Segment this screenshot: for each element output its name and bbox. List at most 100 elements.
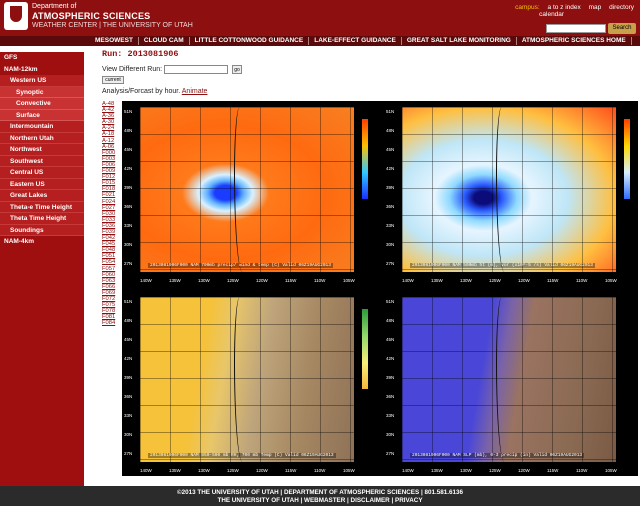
map-panel[interactable]: 2013081906F000 NAM 850-500 mb RH, 700 mb… — [122, 291, 376, 476]
map-panels: 2013081906F000 NAM 700mb precip/ wind & … — [122, 101, 638, 476]
lat-label: 45N — [386, 337, 395, 342]
lon-label: 120W — [256, 278, 268, 283]
sidebar-item[interactable]: Theta Time Height — [0, 213, 84, 225]
lon-label: 135W — [169, 468, 181, 473]
lon-label: 110W — [314, 468, 326, 473]
lat-label: 51N — [386, 109, 395, 114]
lon-label: 120W — [256, 468, 268, 473]
run-title: Run: 2013081906 — [102, 49, 179, 59]
sidebar-item[interactable]: Great Lakes — [0, 190, 84, 202]
sidebar-item[interactable]: Convective — [0, 98, 84, 110]
map-panel[interactable]: 2013081906F000 NAM 500mb ht (m), vor (x1… — [384, 101, 638, 286]
lat-label: 42N — [124, 356, 133, 361]
search-button[interactable]: Search — [608, 23, 636, 34]
lat-label: 33N — [124, 223, 133, 228]
map-panel[interactable]: 2013081906F000 NAM 700mb precip/ wind & … — [122, 101, 376, 286]
lon-label: 140W — [402, 468, 414, 473]
lat-label: 36N — [386, 394, 395, 399]
sidebar-item[interactable]: Surface — [0, 109, 84, 121]
go-button[interactable]: go — [232, 65, 242, 74]
lat-label: 27N — [124, 451, 133, 456]
analysis-label: Analysis/Forcast by hour. Animate — [102, 88, 207, 95]
nav-mesowest[interactable]: MESOWEST — [90, 37, 139, 45]
sidebar-item[interactable]: Western US — [0, 75, 84, 87]
sidebar-item[interactable]: Southwest — [0, 155, 84, 167]
link-a-to-z[interactable]: a to z index — [548, 4, 581, 11]
nav-great-salt-lake[interactable]: GREAT SALT LAKE MONITORING — [402, 37, 517, 45]
lat-label: 30N — [124, 432, 133, 437]
animate-link[interactable]: Animate — [182, 88, 208, 95]
lon-label: 125W — [227, 468, 239, 473]
sidebar-item[interactable]: Eastern US — [0, 178, 84, 190]
sidebar-item[interactable]: Intermountain — [0, 121, 84, 133]
lat-label: 51N — [386, 299, 395, 304]
university-logo[interactable] — [4, 2, 28, 30]
nav-little-cottonwood[interactable]: LITTLE COTTONWOOD GUIDANCE — [190, 37, 310, 45]
sidebar-item[interactable]: Northwest — [0, 144, 84, 156]
site-header: Department of ATMOSPHERIC SCIENCES WEATH… — [0, 0, 640, 36]
link-map[interactable]: map — [589, 4, 602, 11]
lon-label: 135W — [431, 278, 443, 283]
lat-label: 48N — [386, 128, 395, 133]
sidebar-item[interactable]: Central US — [0, 167, 84, 179]
sidebar-item[interactable]: Synoptic — [0, 86, 84, 98]
search-input[interactable] — [546, 24, 606, 33]
lon-label: 110W — [576, 278, 588, 283]
sidebar-item[interactable]: Northern Utah — [0, 132, 84, 144]
lat-label: 39N — [124, 185, 133, 190]
hour-list: A-48 A-42 A-36 A-30 A-24 A-18 A-12 A-06 F000 F003… — [102, 101, 120, 326]
dept-subtitle: WEATHER CENTER | THE UNIVERSITY OF UTAH — [32, 22, 193, 29]
lon-label: 140W — [140, 278, 152, 283]
lon-label: 125W — [227, 278, 239, 283]
lat-label: 30N — [124, 242, 133, 247]
map-panel[interactable]: 2013081906F000 NAM SLP (mb), 0-3 precip … — [384, 291, 638, 476]
footer-copyright: ©2013 THE UNIVERSITY OF UTAH | DEPARTMEN… — [177, 489, 463, 496]
lat-label: 39N — [386, 185, 395, 190]
map-image — [140, 107, 354, 272]
lat-label: 45N — [124, 337, 133, 342]
lat-label: 36N — [124, 204, 133, 209]
lat-label: 36N — [124, 394, 133, 399]
sidebar-item[interactable]: GFS — [0, 52, 84, 64]
lat-label: 42N — [124, 166, 133, 171]
nav-cloud-cam[interactable]: CLOUD CAM — [139, 37, 190, 45]
hour-link[interactable]: F084 — [102, 320, 120, 326]
sidebar-item[interactable]: Theta-e Time Height — [0, 201, 84, 213]
link-calendar[interactable]: calendar — [539, 11, 564, 18]
link-directory[interactable]: directory — [609, 4, 634, 11]
lat-label: 30N — [386, 432, 395, 437]
run-input[interactable] — [164, 65, 228, 74]
lon-label: 115W — [285, 468, 297, 473]
current-button[interactable]: current — [102, 76, 124, 84]
panel-caption: 2013081906F000 NAM SLP (mb), 0-3 precip … — [410, 453, 585, 458]
lat-label: 48N — [124, 128, 133, 133]
lon-label: 135W — [431, 468, 443, 473]
lon-label: 135W — [169, 278, 181, 283]
lon-label: 105W — [605, 278, 617, 283]
dept-name[interactable]: ATMOSPHERIC SCIENCES — [32, 11, 150, 21]
lat-label: 48N — [386, 318, 395, 323]
nav-atmos-home[interactable]: ATMOSPHERIC SCIENCES HOME — [517, 37, 632, 45]
footer-links[interactable]: THE UNIVERSITY OF UTAH | WEBMASTER | DIS… — [0, 497, 640, 504]
lon-label: 130W — [198, 468, 210, 473]
colorbar — [362, 309, 368, 389]
sidebar-item[interactable]: Soundings — [0, 224, 84, 236]
lon-label: 130W — [460, 278, 472, 283]
sidebar-item[interactable]: NAM-12km — [0, 64, 84, 76]
lon-label: 125W — [489, 278, 501, 283]
lon-label: 110W — [314, 278, 326, 283]
lon-label: 125W — [489, 468, 501, 473]
sidebar-item[interactable]: NAM-4km — [0, 236, 84, 248]
lat-label: 33N — [386, 413, 395, 418]
lon-label: 130W — [198, 278, 210, 283]
lon-label: 110W — [576, 468, 588, 473]
panel-caption: 2013081906F000 NAM 850-500 mb RH, 700 mb… — [148, 453, 336, 458]
lon-label: 105W — [343, 278, 355, 283]
lat-label: 48N — [124, 318, 133, 323]
sidebar: GFS NAM-12km Western US Synoptic Convective S… — [0, 52, 84, 486]
analysis-text: Analysis/Forcast by hour. — [102, 88, 181, 95]
lon-label: 105W — [343, 468, 355, 473]
lat-label: 33N — [124, 413, 133, 418]
lon-label: 105W — [605, 468, 617, 473]
nav-lake-effect[interactable]: LAKE-EFFECT GUIDANCE — [309, 37, 402, 45]
